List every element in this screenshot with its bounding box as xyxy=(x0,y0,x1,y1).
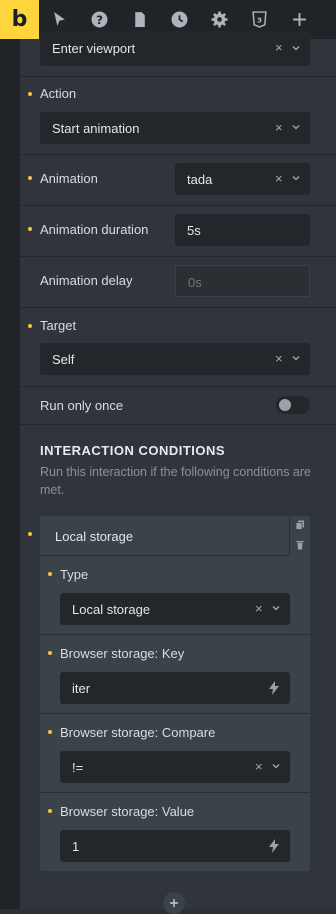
action-row: Action Start animation × xyxy=(20,77,336,155)
condition-title: Local storage xyxy=(55,529,134,544)
key-input[interactable]: iter xyxy=(60,672,290,704)
delay-input[interactable]: 0s xyxy=(175,265,310,297)
changed-indicator xyxy=(48,809,52,813)
changed-indicator xyxy=(28,324,32,328)
compare-label: Browser storage: Compare xyxy=(60,725,216,740)
svg-text:?: ? xyxy=(96,13,103,27)
condition-key-row: Browser storage: Key iter xyxy=(40,635,310,714)
value-input[interactable]: 1 xyxy=(60,830,290,862)
plus-icon xyxy=(170,899,178,907)
duration-row: Animation duration 5s xyxy=(20,206,336,257)
clear-icon[interactable]: × xyxy=(255,601,263,616)
condition-header[interactable]: Local storage xyxy=(40,516,289,556)
changed-indicator xyxy=(48,651,52,655)
compare-value: != xyxy=(72,760,84,775)
dynamic-data-icon[interactable] xyxy=(268,839,280,853)
chevron-down-icon xyxy=(272,764,280,769)
dynamic-data-icon[interactable] xyxy=(268,681,280,695)
target-select[interactable]: Self × xyxy=(40,343,310,375)
changed-indicator xyxy=(28,176,32,180)
changed-indicator xyxy=(48,572,52,576)
changed-indicator xyxy=(28,227,32,231)
condition-value-row: Browser storage: Value 1 xyxy=(40,793,310,871)
copy-icon[interactable] xyxy=(295,520,305,530)
duration-label: Animation duration xyxy=(40,222,149,237)
chevron-down-icon xyxy=(292,46,300,51)
clear-icon[interactable]: × xyxy=(275,171,283,186)
action-value: Start animation xyxy=(52,121,140,136)
value-value: 1 xyxy=(72,839,80,854)
delay-row: Animation delay 0s xyxy=(20,257,336,308)
duration-value: 5s xyxy=(187,223,201,238)
trigger-row: Enter viewport × xyxy=(20,31,336,77)
changed-indicator xyxy=(28,532,32,536)
duration-input[interactable]: 5s xyxy=(175,214,310,246)
run-once-label: Run only once xyxy=(40,398,124,413)
clear-icon[interactable]: × xyxy=(255,759,263,774)
builder-logo[interactable]: b xyxy=(0,0,39,39)
trigger-select[interactable]: Enter viewport × xyxy=(40,31,310,66)
chevron-down-icon xyxy=(292,176,300,181)
trash-icon[interactable] xyxy=(295,540,305,550)
animation-label: Animation xyxy=(40,171,98,186)
chevron-down-icon xyxy=(292,356,300,361)
left-rail xyxy=(0,39,20,909)
animation-value: tada xyxy=(187,172,213,187)
delay-label: Animation delay xyxy=(40,273,133,288)
target-label: Target xyxy=(40,318,77,333)
conditions-description: Run this interaction if the following co… xyxy=(40,465,311,497)
value-label: Browser storage: Value xyxy=(60,804,195,819)
key-label: Browser storage: Key xyxy=(60,646,185,661)
animation-select[interactable]: tada × xyxy=(175,163,310,195)
chevron-down-icon xyxy=(292,125,300,130)
clear-icon[interactable]: × xyxy=(275,351,283,366)
changed-indicator xyxy=(28,92,32,96)
animation-row: Animation tada × xyxy=(20,155,336,206)
target-value: Self xyxy=(52,352,75,367)
trigger-value: Enter viewport xyxy=(52,41,136,56)
clear-icon[interactable]: × xyxy=(275,40,283,55)
add-condition-button[interactable] xyxy=(163,892,185,914)
condition-card: Local storage Type Local storage × Brows… xyxy=(40,516,310,871)
type-label: Type xyxy=(60,567,89,582)
action-select[interactable]: Start animation × xyxy=(40,112,310,144)
conditions-title: INTERACTION CONDITIONS xyxy=(40,443,226,458)
compare-select[interactable]: != × xyxy=(60,751,290,783)
type-select[interactable]: Local storage × xyxy=(60,593,290,625)
changed-indicator xyxy=(48,730,52,734)
condition-type-row: Type Local storage × xyxy=(40,556,310,635)
target-row: Target Self × xyxy=(20,308,336,387)
delay-placeholder: 0s xyxy=(188,275,202,290)
svg-text:3: 3 xyxy=(256,16,261,25)
chevron-down-icon xyxy=(272,606,280,611)
toggle-knob xyxy=(279,399,291,411)
clear-icon[interactable]: × xyxy=(275,120,283,135)
condition-actions xyxy=(289,516,310,556)
type-value: Local storage xyxy=(72,602,151,617)
run-once-toggle[interactable] xyxy=(276,396,310,414)
action-label: Action xyxy=(40,86,77,101)
condition-compare-row: Browser storage: Compare != × xyxy=(40,714,310,793)
key-value: iter xyxy=(72,681,91,696)
